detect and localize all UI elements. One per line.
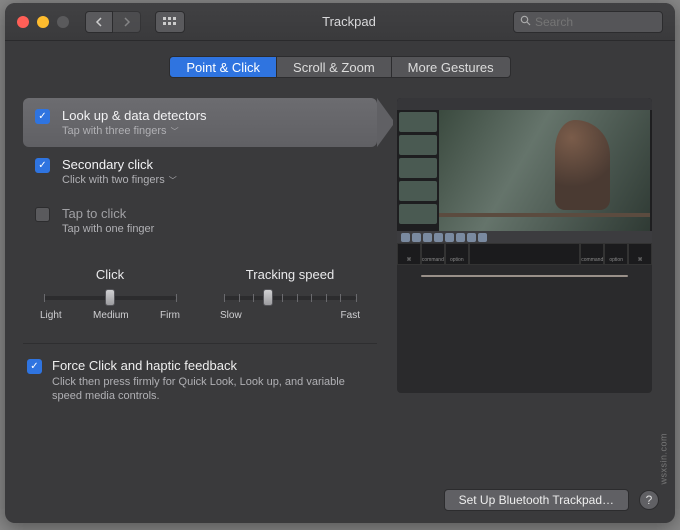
search-input[interactable] — [535, 15, 656, 29]
tab-more-gestures[interactable]: More Gestures — [392, 56, 511, 78]
preview-column: ⌘commandoption commandoption⌘ — [397, 98, 657, 404]
tap-text: Tap to click Tap with one finger — [62, 206, 154, 235]
tracking-slider-label: Tracking speed — [220, 267, 360, 282]
window-controls — [17, 16, 69, 28]
show-all-button[interactable] — [155, 11, 185, 33]
nav-buttons — [85, 11, 141, 33]
trackpad-video-preview: ⌘commandoption commandoption⌘ — [397, 98, 652, 393]
tap-subtitle: Tap with one finger — [62, 223, 154, 235]
force-click-subtitle: Click then press firmly for Quick Look, … — [52, 375, 373, 404]
option-tap-to-click[interactable]: Tap to click Tap with one finger — [23, 196, 377, 245]
lookup-checkbox[interactable]: ✓ — [35, 109, 50, 124]
zoom-icon — [57, 16, 69, 28]
tab-scroll-zoom[interactable]: Scroll & Zoom — [277, 56, 392, 78]
secondary-checkbox[interactable]: ✓ — [35, 158, 50, 173]
options-column: ✓ Look up & data detectors Tap with thre… — [23, 98, 377, 404]
click-slider-ticks: Light Medium Firm — [40, 310, 180, 321]
tracking-slider[interactable] — [224, 288, 356, 306]
force-click-row[interactable]: ✓ Force Click and haptic feedback Click … — [23, 358, 377, 404]
tracking-slider-ticks: Slow Fast — [220, 310, 360, 321]
tap-title: Tap to click — [62, 206, 154, 221]
click-slider[interactable] — [44, 288, 176, 306]
lookup-subtitle[interactable]: Tap with three fingers ﹀ — [62, 125, 207, 137]
back-button[interactable] — [85, 11, 113, 33]
content-body: ✓ Look up & data detectors Tap with thre… — [5, 98, 675, 404]
preferences-window: Trackpad Point & Click Scroll & Zoom Mor… — [5, 3, 675, 523]
tab-point-click[interactable]: Point & Click — [169, 56, 277, 78]
option-secondary-click[interactable]: ✓ Secondary click Click with two fingers… — [23, 147, 377, 196]
sliders-row: Click Light Medium Firm Tracking speed — [23, 267, 377, 321]
click-slider-group: Click Light Medium Firm — [40, 267, 180, 321]
preview-keyboard: ⌘commandoption commandoption⌘ — [397, 243, 652, 265]
window-title: Trackpad — [322, 14, 376, 29]
chevron-down-icon: ﹀ — [171, 126, 179, 137]
secondary-title: Secondary click — [62, 157, 177, 172]
grid-icon — [163, 17, 177, 27]
lookup-text: Look up & data detectors Tap with three … — [62, 108, 207, 137]
force-click-title: Force Click and haptic feedback — [52, 358, 373, 373]
search-icon — [520, 15, 531, 29]
divider — [23, 343, 377, 344]
secondary-text: Secondary click Click with two fingers ﹀ — [62, 157, 177, 186]
watermark: wsxsin.com — [659, 433, 669, 485]
lookup-title: Look up & data detectors — [62, 108, 207, 123]
chevron-right-icon — [123, 17, 131, 27]
chevron-left-icon — [95, 17, 103, 27]
forward-button[interactable] — [113, 11, 141, 33]
click-slider-label: Click — [40, 267, 180, 282]
footer: Set Up Bluetooth Trackpad… ? — [444, 489, 659, 511]
help-button[interactable]: ? — [639, 490, 659, 510]
tap-checkbox[interactable] — [35, 207, 50, 222]
option-lookup[interactable]: ✓ Look up & data detectors Tap with thre… — [23, 98, 377, 147]
chevron-down-icon: ﹀ — [169, 175, 177, 186]
minimize-icon[interactable] — [37, 16, 49, 28]
force-click-text: Force Click and haptic feedback Click th… — [52, 358, 373, 404]
setup-bluetooth-button[interactable]: Set Up Bluetooth Trackpad… — [444, 489, 629, 511]
force-click-checkbox[interactable]: ✓ — [27, 359, 42, 374]
tracking-slider-group: Tracking speed Slow Fast — [220, 267, 360, 321]
search-field[interactable] — [513, 11, 663, 33]
titlebar: Trackpad — [5, 3, 675, 41]
secondary-subtitle[interactable]: Click with two fingers ﹀ — [62, 174, 177, 186]
preview-screen — [397, 98, 652, 243]
close-icon[interactable] — [17, 16, 29, 28]
tab-bar: Point & Click Scroll & Zoom More Gesture… — [5, 56, 675, 78]
